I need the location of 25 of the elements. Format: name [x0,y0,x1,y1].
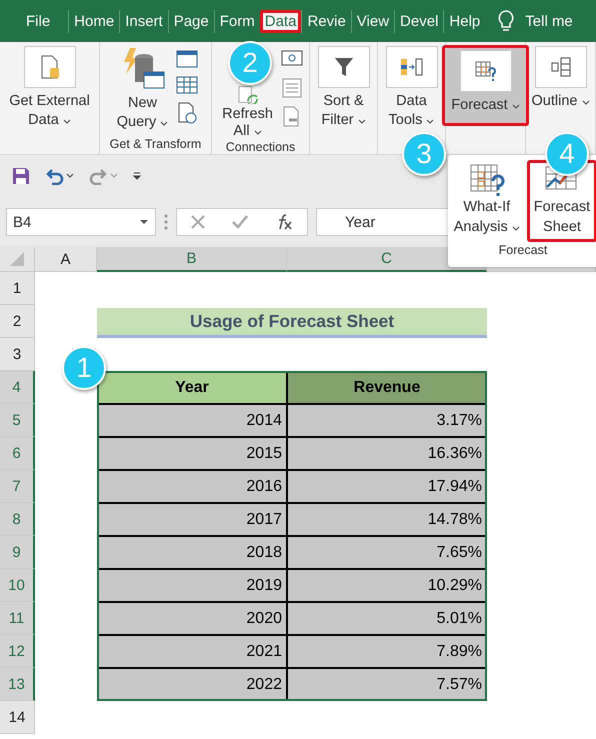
table-cell: 10.29% [287,569,487,602]
table-header: Year [97,371,287,404]
table-cell: 2014 [97,404,287,437]
table-cell: 2022 [97,668,287,701]
table-cell: 2017 [97,503,287,536]
table-cell: 7.65% [287,536,487,569]
table-cell: 16.36% [287,437,487,470]
table-cell: 5.01% [287,602,487,635]
sheet-title: Usage of Forecast Sheet [97,308,487,338]
table-header: Revenue [287,371,487,404]
table-cell: 2020 [97,602,287,635]
group-label: Get & Transform [110,137,202,153]
table-cell: 2016 [97,470,287,503]
table-cell: 17.94% [287,470,487,503]
table-cell: 7.57% [287,668,487,701]
table-cell: 7.89% [287,635,487,668]
group-label: Connections [226,140,296,156]
table-cell: 2015 [97,437,287,470]
group-label: Forecast [498,243,548,257]
table-cell: 3.17% [287,404,487,437]
table-cell: 14.78% [287,503,487,536]
table-cell: 2018 [97,536,287,569]
step-badge: 1 [62,346,106,390]
table-cell: 2021 [97,635,287,668]
table-cell: 2019 [97,569,287,602]
